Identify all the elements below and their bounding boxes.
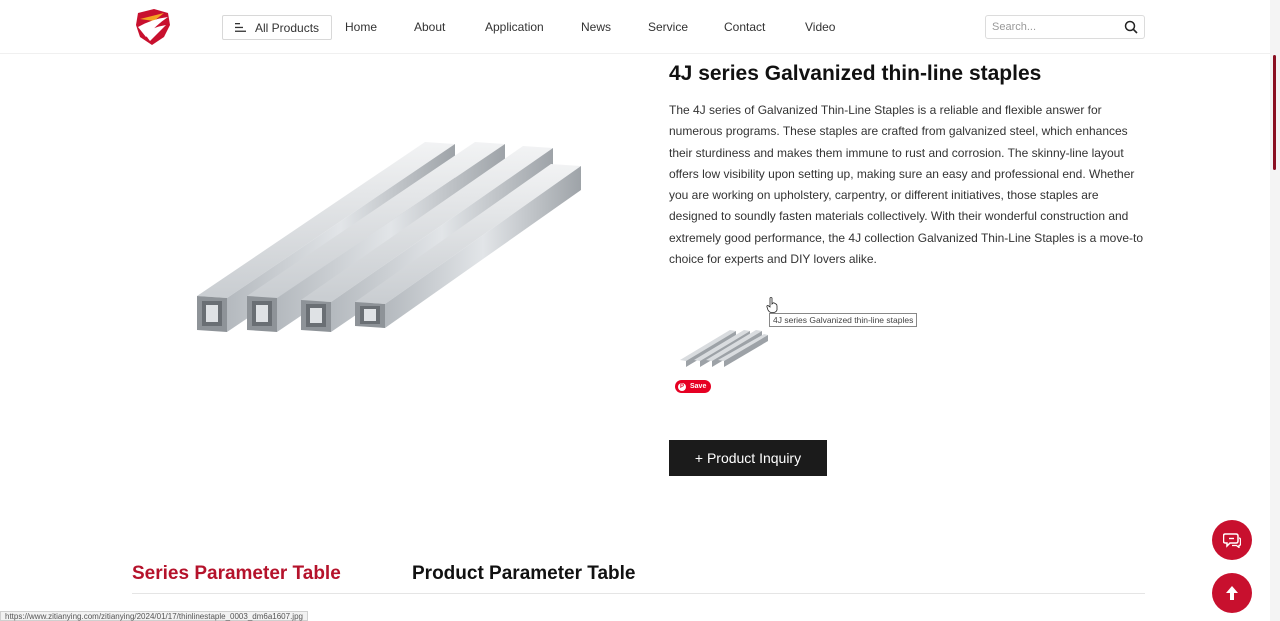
thumbnail-tooltip: 4J series Galvanized thin-line staples: [769, 313, 918, 327]
eagle-logo[interactable]: [134, 7, 172, 47]
nav-about[interactable]: About: [414, 20, 445, 34]
arrow-up-icon: [1226, 586, 1238, 600]
site-header: All Products Home About Application News…: [0, 0, 1270, 54]
nav-service[interactable]: Service: [648, 20, 688, 34]
tab-series-parameter-table[interactable]: Series Parameter Table: [132, 563, 341, 585]
chat-button[interactable]: [1212, 520, 1252, 560]
pinterest-save-button[interactable]: P Save: [675, 380, 711, 393]
nav-video[interactable]: Video: [805, 20, 835, 34]
status-bar-url: https://www.zitianying.com/zitianying/20…: [0, 611, 308, 621]
nav-home[interactable]: Home: [345, 20, 377, 34]
tab-divider: [132, 593, 1145, 594]
nav-news[interactable]: News: [581, 20, 611, 34]
pinterest-icon: P: [678, 382, 686, 391]
product-description: The 4J series of Galvanized Thin-Line St…: [669, 103, 1144, 267]
all-products-button[interactable]: All Products: [222, 15, 332, 40]
product-thumbnail[interactable]: [678, 322, 770, 372]
save-label: Save: [690, 383, 707, 390]
all-products-label: All Products: [255, 20, 320, 35]
product-title: 4J series Galvanized thin-line staples: [669, 62, 1042, 85]
hand-pointer-icon: [766, 297, 778, 313]
back-to-top-button[interactable]: [1212, 573, 1252, 613]
scrollbar-thumb[interactable]: [1273, 55, 1276, 170]
page-scrollbar[interactable]: [1270, 0, 1280, 621]
chat-icon: [1223, 533, 1241, 548]
product-image: [197, 142, 581, 332]
product-inquiry-button[interactable]: + Product Inquiry: [669, 440, 827, 476]
menu-lines-icon: [235, 23, 246, 32]
nav-application[interactable]: Application: [485, 20, 544, 34]
search-box: [985, 15, 1145, 39]
tab-product-parameter-table[interactable]: Product Parameter Table: [412, 563, 636, 585]
nav-contact[interactable]: Contact: [724, 20, 765, 34]
search-icon[interactable]: [1124, 20, 1138, 34]
search-input[interactable]: [992, 19, 1112, 35]
